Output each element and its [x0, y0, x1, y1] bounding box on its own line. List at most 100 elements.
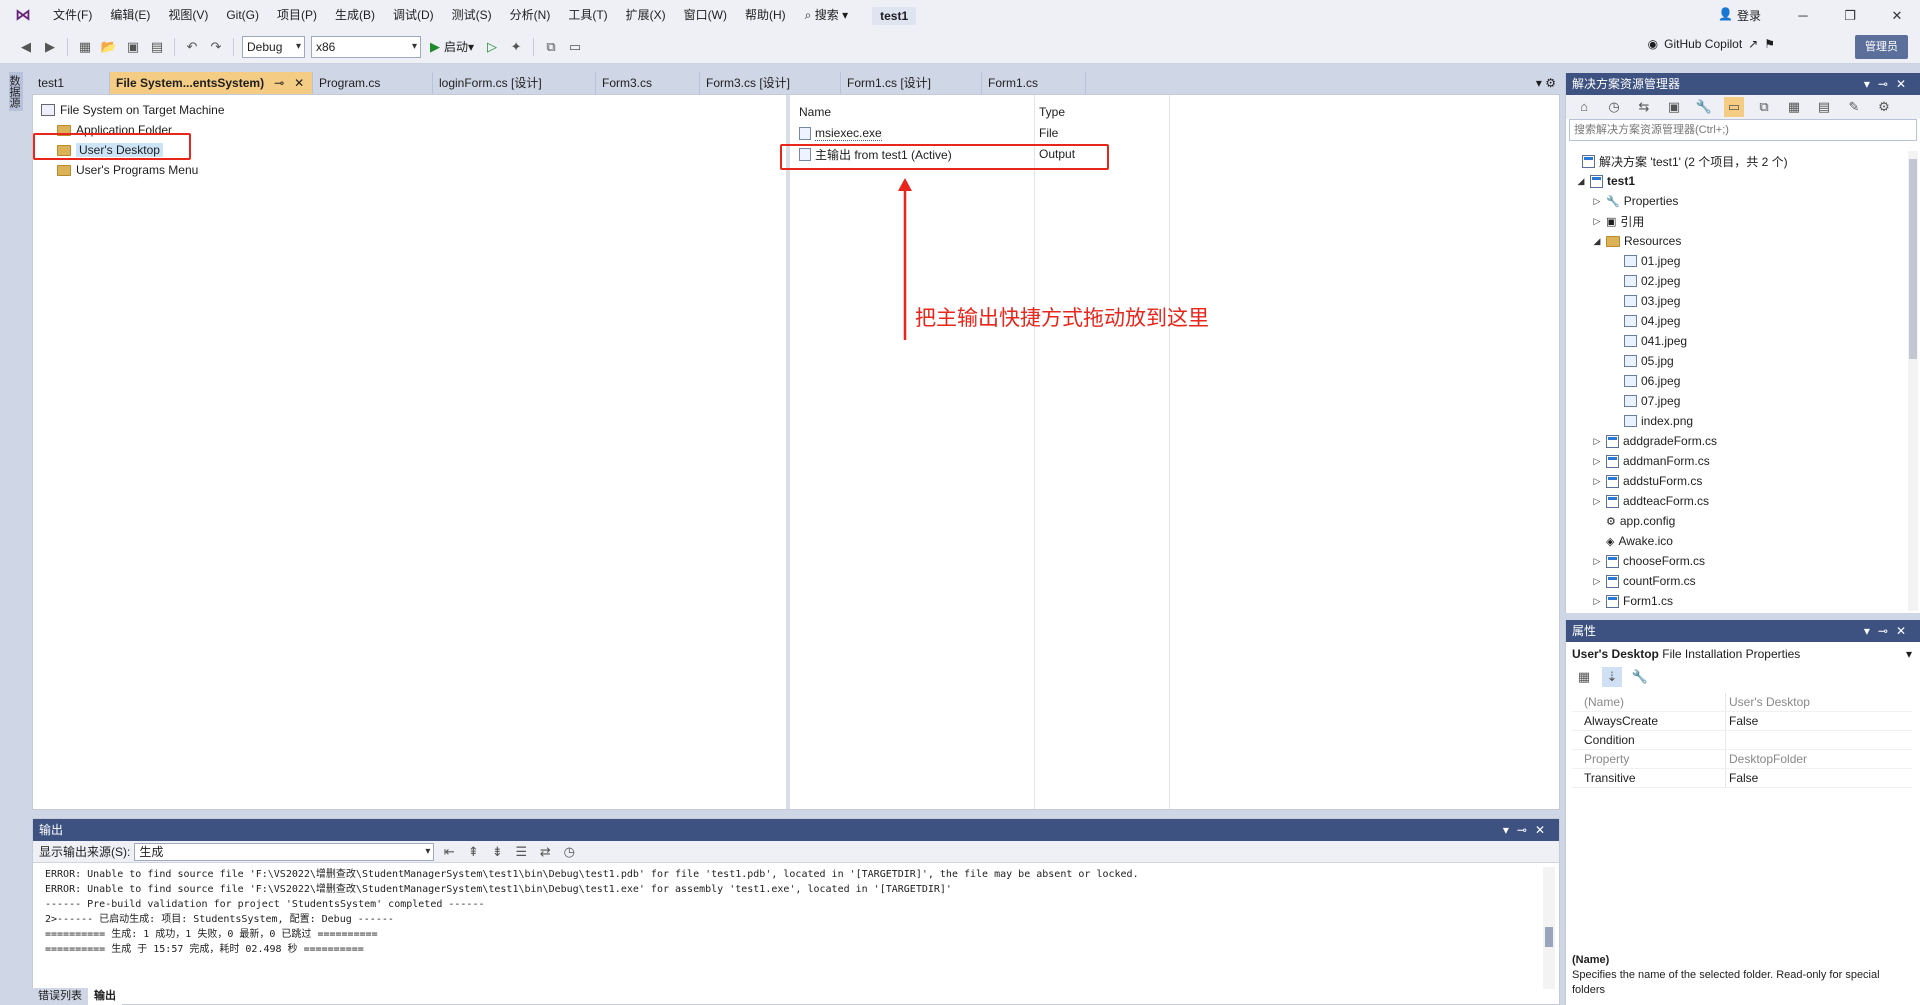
hot-reload-icon[interactable]: ✦ [506, 37, 526, 57]
solution-item[interactable]: 07.jpeg [1610, 391, 1680, 411]
prev-message-icon[interactable]: ⇞ [463, 842, 483, 862]
expand-triangle-icon[interactable]: ▷ [1592, 476, 1602, 487]
panel-controls-icon[interactable]: ▾⊸✕ [1503, 819, 1553, 841]
list-item[interactable]: msiexec.exe File [799, 124, 1539, 142]
expand-triangle-icon[interactable]: ▷ [1592, 576, 1602, 587]
back-icon[interactable]: ◀ [16, 37, 36, 57]
collapse-all-icon[interactable]: ▣ [1664, 97, 1684, 117]
panel-controls-icon[interactable]: ▾⊸✕ [1864, 620, 1914, 642]
minimize-button[interactable]: ─ [1780, 0, 1826, 31]
menu-item[interactable]: 视图(V) [159, 0, 217, 31]
solution-item[interactable]: ▷ addstuForm.cs [1592, 471, 1703, 491]
menu-item[interactable]: Git(G) [217, 0, 268, 31]
menu-item[interactable]: 编辑(E) [101, 0, 159, 31]
expand-triangle-icon[interactable]: ▷ [1592, 456, 1602, 467]
save-all-icon[interactable]: ▤ [147, 37, 167, 57]
expand-triangle-icon[interactable]: ◢ [1576, 176, 1586, 187]
search-button[interactable]: ⌕ 搜索 ▾ [795, 0, 858, 31]
tab-form1-cs[interactable]: Form1.cs [982, 72, 1086, 94]
expand-triangle-icon[interactable]: ▷ [1592, 496, 1602, 507]
expand-triangle-icon[interactable]: ▷ [1592, 196, 1602, 207]
expand-triangle-icon[interactable]: ▷ [1592, 596, 1602, 607]
data-sources-tab[interactable]: 数据源 [8, 72, 23, 111]
find-message-icon[interactable]: ⇤ [439, 842, 459, 862]
output-source-combo[interactable]: 生成 [134, 842, 435, 861]
solution-item[interactable]: ▷ chooseForm.cs [1592, 551, 1706, 571]
property-row[interactable]: Property DesktopFolder [1572, 750, 1912, 769]
start-without-debug-icon[interactable]: ▷ [482, 37, 502, 57]
clear-all-icon[interactable]: ☰ [511, 842, 531, 862]
solution-scrollbar[interactable] [1908, 151, 1918, 611]
properties-icon[interactable]: 🔧 [1694, 97, 1714, 117]
categorized-icon[interactable]: ▦ [1574, 667, 1594, 687]
property-row[interactable]: AlwaysCreate False [1572, 712, 1912, 731]
menu-item[interactable]: 调试(D) [384, 0, 443, 31]
pending-changes-icon[interactable]: ✎ [1844, 97, 1864, 117]
tree-root[interactable]: File System on Target Machine [41, 101, 225, 119]
solution-item[interactable]: 04.jpeg [1610, 311, 1680, 331]
undo-icon[interactable]: ↶ [182, 37, 202, 57]
menu-item[interactable]: 分析(N) [501, 0, 560, 31]
platform-combo[interactable]: x86 [311, 36, 421, 58]
menu-item[interactable]: 工具(T) [559, 0, 616, 31]
solution-config-combo[interactable]: Debug [242, 36, 305, 58]
column-header-type[interactable]: Type [1039, 105, 1065, 119]
tab-file-system[interactable]: File System...entsSystem) ⊸ ✕ [110, 72, 313, 94]
tab-form1-design[interactable]: Form1.cs [设计] [841, 72, 982, 94]
menu-item[interactable]: 帮助(H) [736, 0, 795, 31]
solution-item[interactable]: 05.jpg [1610, 351, 1674, 371]
property-pages-icon[interactable]: 🔧 [1630, 667, 1650, 687]
redo-icon[interactable]: ↷ [206, 37, 226, 57]
solution-item[interactable]: ▷ 🔧 Properties [1592, 191, 1679, 211]
show-all-files-icon[interactable]: ▭ [1724, 97, 1744, 117]
project-node[interactable]: ◢ test1 [1576, 171, 1635, 191]
timestamp-icon[interactable]: ◷ [559, 842, 579, 862]
output-scrollbar[interactable] [1543, 867, 1555, 989]
column-header-name[interactable]: Name [799, 105, 1039, 119]
home-icon[interactable]: ⌂ [1574, 97, 1594, 117]
solution-item[interactable]: 041.jpeg [1610, 331, 1687, 351]
view-code-icon[interactable]: ⧉ [1754, 97, 1774, 117]
browser-link-icon[interactable]: ⧉ [541, 37, 561, 57]
solution-node[interactable]: 解决方案 'test1' (2 个项目，共 2 个) [1582, 151, 1788, 171]
tab-program-cs[interactable]: Program.cs [313, 72, 433, 94]
next-message-icon[interactable]: ⇟ [487, 842, 507, 862]
new-project-icon[interactable]: ▦ [75, 37, 95, 57]
tab-overflow-icon[interactable]: ▾ ⚙ [1530, 72, 1562, 94]
menu-item[interactable]: 测试(S) [443, 0, 501, 31]
property-row[interactable]: (Name) User's Desktop [1572, 693, 1912, 712]
solution-item[interactable]: index.png [1610, 411, 1693, 431]
tab-error-list[interactable]: 错误列表 [32, 988, 88, 1005]
sync-icon[interactable]: ⇆ [1634, 97, 1654, 117]
tab-form3-cs[interactable]: Form3.cs [596, 72, 700, 94]
menu-item[interactable]: 项目(P) [268, 0, 326, 31]
solution-item[interactable]: ⚙ app.config [1592, 511, 1675, 531]
menu-item[interactable]: 扩展(X) [617, 0, 675, 31]
solution-item[interactable]: ▷ countForm.cs [1592, 571, 1696, 591]
open-folder-icon[interactable]: 📂 [99, 37, 119, 57]
pin-icon[interactable]: ⊸ [274, 72, 284, 94]
alphabetical-icon[interactable]: ⇣ [1602, 667, 1622, 687]
login-button[interactable]: 👤 登录 [1718, 7, 1761, 24]
solution-item[interactable]: ▷ addmanForm.cs [1592, 451, 1710, 471]
menu-item[interactable]: 文件(F) [44, 0, 101, 31]
expand-triangle-icon[interactable]: ▷ [1592, 436, 1602, 447]
class-diagram-icon[interactable]: ▦ [1784, 97, 1804, 117]
property-row[interactable]: Transitive False [1572, 769, 1912, 788]
save-icon[interactable]: ▣ [123, 37, 143, 57]
preview-icon[interactable]: ▤ [1814, 97, 1834, 117]
property-row[interactable]: Condition [1572, 731, 1912, 750]
solution-item[interactable]: ▷ ▣ 引用 [1592, 211, 1645, 231]
close-window-button[interactable]: ✕ [1874, 0, 1920, 31]
maximize-button[interactable]: ❐ [1827, 0, 1873, 31]
expand-triangle-icon[interactable]: ▷ [1592, 216, 1602, 227]
panel-controls-icon[interactable]: ▾⊸✕ [1864, 73, 1914, 95]
output-text[interactable]: ERROR: Unable to find source file 'F:\VS… [45, 867, 1535, 957]
forward-icon[interactable]: ▶ [40, 37, 60, 57]
tab-test1[interactable]: test1 [32, 72, 110, 94]
solution-item[interactable]: ◢ Resources [1592, 231, 1682, 251]
close-tab-icon[interactable]: ✕ [294, 72, 304, 94]
solution-item[interactable]: ◈ Awake.ico [1592, 531, 1673, 551]
expand-triangle-icon[interactable]: ▷ [1592, 556, 1602, 567]
settings-icon[interactable]: ⚙ [1874, 97, 1894, 117]
